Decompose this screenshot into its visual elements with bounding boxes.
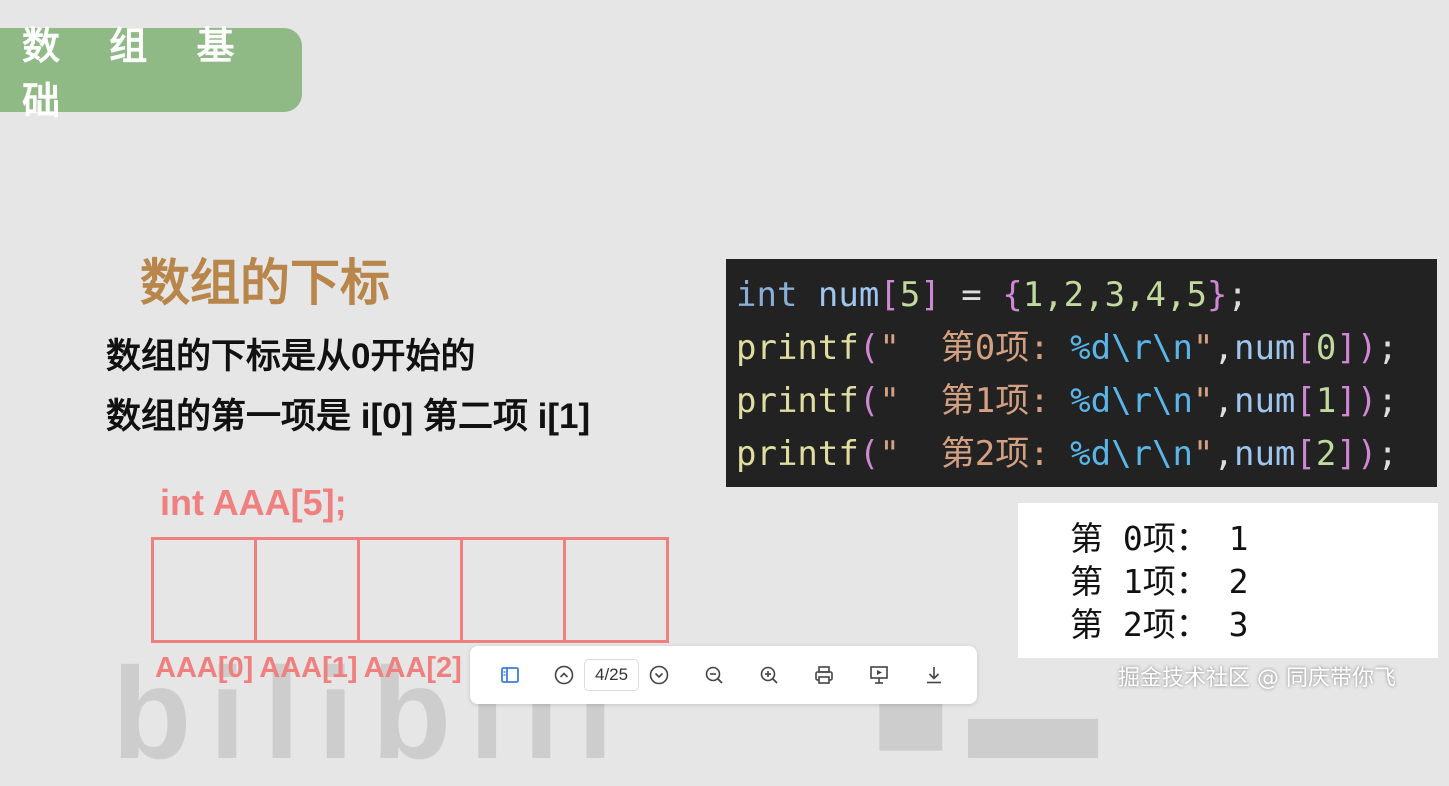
present-icon xyxy=(870,666,888,684)
code-line-printf: printf(" 第0项: %d\r\n",num[0]); xyxy=(736,328,1398,368)
code-block: int num[5] = {1,2,3,4,5}; printf(" 第0项: … xyxy=(726,259,1437,487)
page-indicator[interactable]: 4/25 xyxy=(584,659,640,691)
download-button[interactable] xyxy=(920,661,948,689)
code-line-declaration: int num[5] = {1,2,3,4,5}; xyxy=(736,275,1248,315)
output-line: 第 2项： 3 xyxy=(1070,605,1249,644)
array-cell xyxy=(257,540,360,640)
output-line: 第 0项： 1 xyxy=(1070,519,1249,558)
zoom-in-icon xyxy=(760,666,778,684)
watermark-credit: 掘金技术社区 @ 同庆带你飞 xyxy=(1118,666,1396,691)
array-cell-labels: AAA[0] AAA[1] AAA[2] xyxy=(155,652,462,685)
array-declaration: int AAA[5]; xyxy=(160,482,347,523)
next-page-button[interactable] xyxy=(645,661,673,689)
description-line-2: 数组的第一项是 i[0] 第二项 i[1] xyxy=(106,397,591,436)
sidebar-icon xyxy=(501,667,519,683)
zoom-out-button[interactable] xyxy=(700,661,728,689)
page-up-icon xyxy=(554,665,574,685)
download-icon xyxy=(927,667,942,684)
array-cells xyxy=(151,537,669,643)
array-cell xyxy=(360,540,463,640)
section-title: 数 组 基 础 xyxy=(22,24,253,123)
viewer-toolbar: 4/25 xyxy=(470,646,977,704)
section-header: 数 组 基 础 xyxy=(0,24,302,123)
print-icon xyxy=(815,666,833,684)
zoom-in-button[interactable] xyxy=(755,661,783,689)
zoom-out-icon xyxy=(705,666,723,684)
prev-page-button[interactable] xyxy=(550,661,578,689)
console-output: 第 0项： 1 第 1项： 2 第 2项： 3 xyxy=(1018,503,1438,658)
sidebar-toggle-button[interactable] xyxy=(496,661,524,689)
cell-label: AAA[1] xyxy=(259,652,358,684)
print-button[interactable] xyxy=(810,661,838,689)
code-line-printf: printf(" 第1项: %d\r\n",num[1]); xyxy=(736,381,1398,421)
cell-label: AAA[2] xyxy=(363,652,462,684)
array-cell xyxy=(154,540,257,640)
slide-subtitle: 数组的下标 xyxy=(140,254,390,312)
array-cell xyxy=(566,540,666,640)
output-line: 第 1项： 2 xyxy=(1070,562,1249,601)
page-down-icon xyxy=(649,665,669,685)
code-line-printf: printf(" 第2项: %d\r\n",num[2]); xyxy=(736,434,1398,474)
cell-label: AAA[0] xyxy=(155,652,254,684)
present-button[interactable] xyxy=(865,661,893,689)
description-line-1: 数组的下标是从0开始的 xyxy=(106,337,476,376)
array-cell xyxy=(463,540,566,640)
